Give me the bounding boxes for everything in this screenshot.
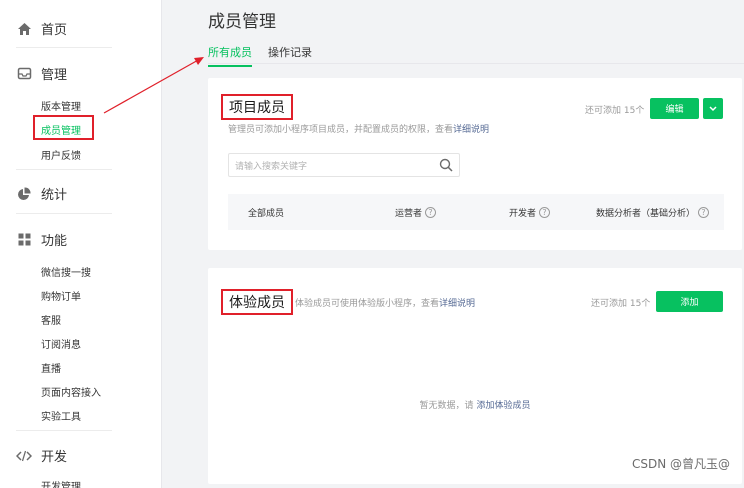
desc-text: 体验成员可使用体验版小程序，查看 [295,299,440,309]
nav-manage[interactable]: 管理 [0,64,67,83]
col-developer: 开发者? [509,206,551,219]
main-content: 成员管理 所有成员 操作记录 项目成员 管理员可添加小程序项目成员，并配置成员的… [163,0,744,488]
quota-text: 还可添加 15个 [591,299,651,309]
detail-link[interactable]: 详细说明 [439,299,475,309]
empty-state: 暂无数据，请 添加体验成员 [208,398,742,411]
sidebar-item-content[interactable]: 页面内容接入 [41,384,101,399]
inbox-icon [16,66,32,82]
nav-home[interactable]: 首页 [0,19,67,38]
search-icon[interactable] [439,158,453,172]
divider [16,169,112,170]
sidebar-item-feedback[interactable]: 用户反馈 [41,147,81,162]
sidebar: 首页 管理 版本管理 成员管理 用户反馈 统计 功能 微信搜一搜 购物订单 客服… [0,0,162,488]
chevron-down-icon [709,105,717,111]
code-icon [16,448,32,464]
sidebar-item-search[interactable]: 微信搜一搜 [41,264,91,279]
divider [16,213,112,214]
divider [16,430,112,431]
trial-members-card: 体验成员 体验成员可使用体验版小程序，查看详细说明 还可添加 15个 添加 暂无… [208,268,742,484]
search-input[interactable] [229,156,429,178]
trial-members-title: 体验成员 [221,289,293,315]
watermark: CSDN @曾凡玉@ [631,457,730,471]
grid-icon [16,232,32,248]
edit-button[interactable]: 编辑 [650,98,699,119]
project-members-desc: 管理员可添加小程序项目成员，并配置成员的权限，查看详细说明 [228,122,489,135]
help-icon[interactable]: ? [425,207,437,218]
sidebar-item-version[interactable]: 版本管理 [41,98,81,113]
nav-dev[interactable]: 开发 [0,446,67,465]
quota-text: 还可添加 15个 [585,106,645,116]
tab-divider [208,63,744,64]
nav-features-label: 功能 [41,234,68,249]
nav-dev-label: 开发 [41,450,68,465]
nav-stats[interactable]: 统计 [0,184,67,203]
page-title: 成员管理 [208,12,276,32]
detail-link[interactable]: 详细说明 [453,125,489,135]
sidebar-item-subscribe[interactable]: 订阅消息 [41,336,81,351]
col-analyst-label: 数据分析者（基础分析） [596,209,696,219]
sidebar-item-service[interactable]: 客服 [41,312,61,327]
help-icon[interactable]: ? [698,207,710,218]
nav-features[interactable]: 功能 [0,230,67,249]
empty-text: 暂无数据，请 [419,401,474,411]
members-table-header: 全部成员 运营者? 开发者? 数据分析者（基础分析）? [228,194,724,230]
home-icon [16,21,32,37]
col-analyst: 数据分析者（基础分析）? [596,206,710,219]
nav-manage-label: 管理 [41,68,68,83]
col-operator-label: 运营者 [395,209,423,219]
col-operator: 运营者? [395,206,437,219]
add-button[interactable]: 添加 [656,291,723,312]
sidebar-item-devmanage[interactable]: 开发管理 [41,478,81,488]
desc-text: 管理员可添加小程序项目成员，并配置成员的权限，查看 [228,125,454,135]
sidebar-item-orders[interactable]: 购物订单 [41,288,81,303]
dropdown-button[interactable] [703,98,723,119]
divider [16,47,112,48]
pie-chart-icon [16,186,32,202]
project-members-card: 项目成员 管理员可添加小程序项目成员，并配置成员的权限，查看详细说明 还可添加 … [208,78,742,250]
sidebar-item-lab[interactable]: 实验工具 [41,408,81,423]
highlight-box [33,115,94,140]
trial-members-desc: 体验成员可使用体验版小程序，查看详细说明 [295,296,475,309]
project-members-title: 项目成员 [221,94,293,120]
nav-stats-label: 统计 [41,188,68,203]
sidebar-item-live[interactable]: 直播 [41,360,61,375]
col-all-members[interactable]: 全部成员 [248,206,284,219]
col-developer-label: 开发者 [509,209,537,219]
search-box [228,153,460,178]
nav-home-label: 首页 [41,23,68,38]
add-trial-member-link[interactable]: 添加体验成员 [476,401,530,411]
help-icon[interactable]: ? [539,207,551,218]
